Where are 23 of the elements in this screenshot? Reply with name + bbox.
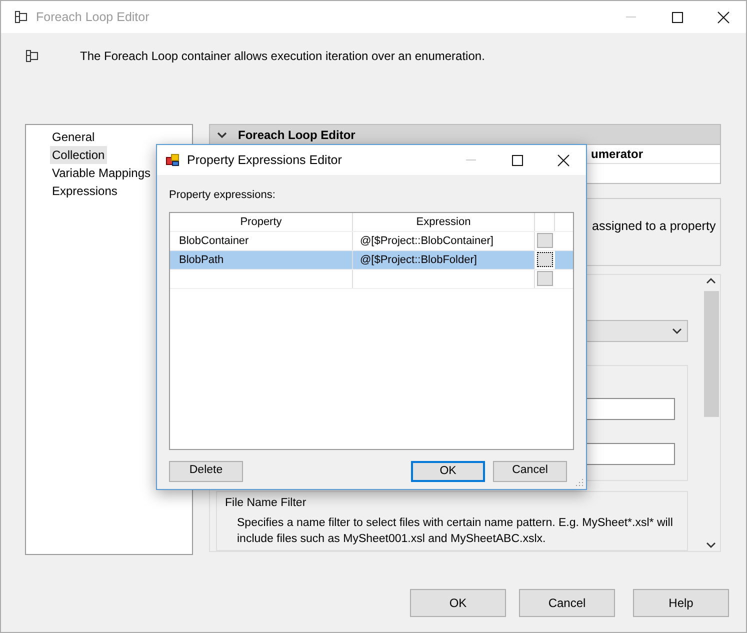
dialog-button[interactable]: Cancel (519, 589, 615, 617)
filter-description: Specifies a name filter to select files with certain name pattern. E.g. MySheet*.xsl* will include files such as MySheet001.xsl and MySheetABC.xslx. (237, 516, 674, 548)
table-cell[interactable]: BlobPath (170, 250, 353, 268)
help-text: assigned to a property (592, 219, 716, 233)
dialog-title: Property Expressions Editor (187, 152, 342, 169)
dialog-button[interactable]: OK (411, 460, 485, 482)
section-header[interactable]: Foreach Loop Editor (209, 124, 721, 145)
dialog-button[interactable]: OK (410, 589, 506, 617)
dialog-button[interactable]: Cancel (493, 460, 567, 482)
dialog-button[interactable]: Delete (169, 460, 243, 482)
description-text: The Foreach Loop container allows execution iteration over an enumeration. (80, 48, 485, 65)
dialog-button[interactable]: Help (633, 589, 729, 617)
column-header[interactable]: Property (170, 212, 353, 230)
window-title: Foreach Loop Editor (36, 8, 150, 26)
grid-label: Property expressions: (169, 188, 276, 203)
column-header[interactable]: Expression (353, 212, 535, 230)
nav-item[interactable]: Variable Mappings (50, 164, 153, 182)
nav-item[interactable]: Collection (50, 146, 107, 164)
table-cell[interactable]: BlobContainer (170, 232, 353, 250)
group-title: File Name Filter (225, 496, 306, 512)
nav-item[interactable]: General (50, 128, 97, 146)
property-label: umerator (591, 147, 644, 161)
nav-item[interactable]: Expressions (50, 182, 120, 200)
